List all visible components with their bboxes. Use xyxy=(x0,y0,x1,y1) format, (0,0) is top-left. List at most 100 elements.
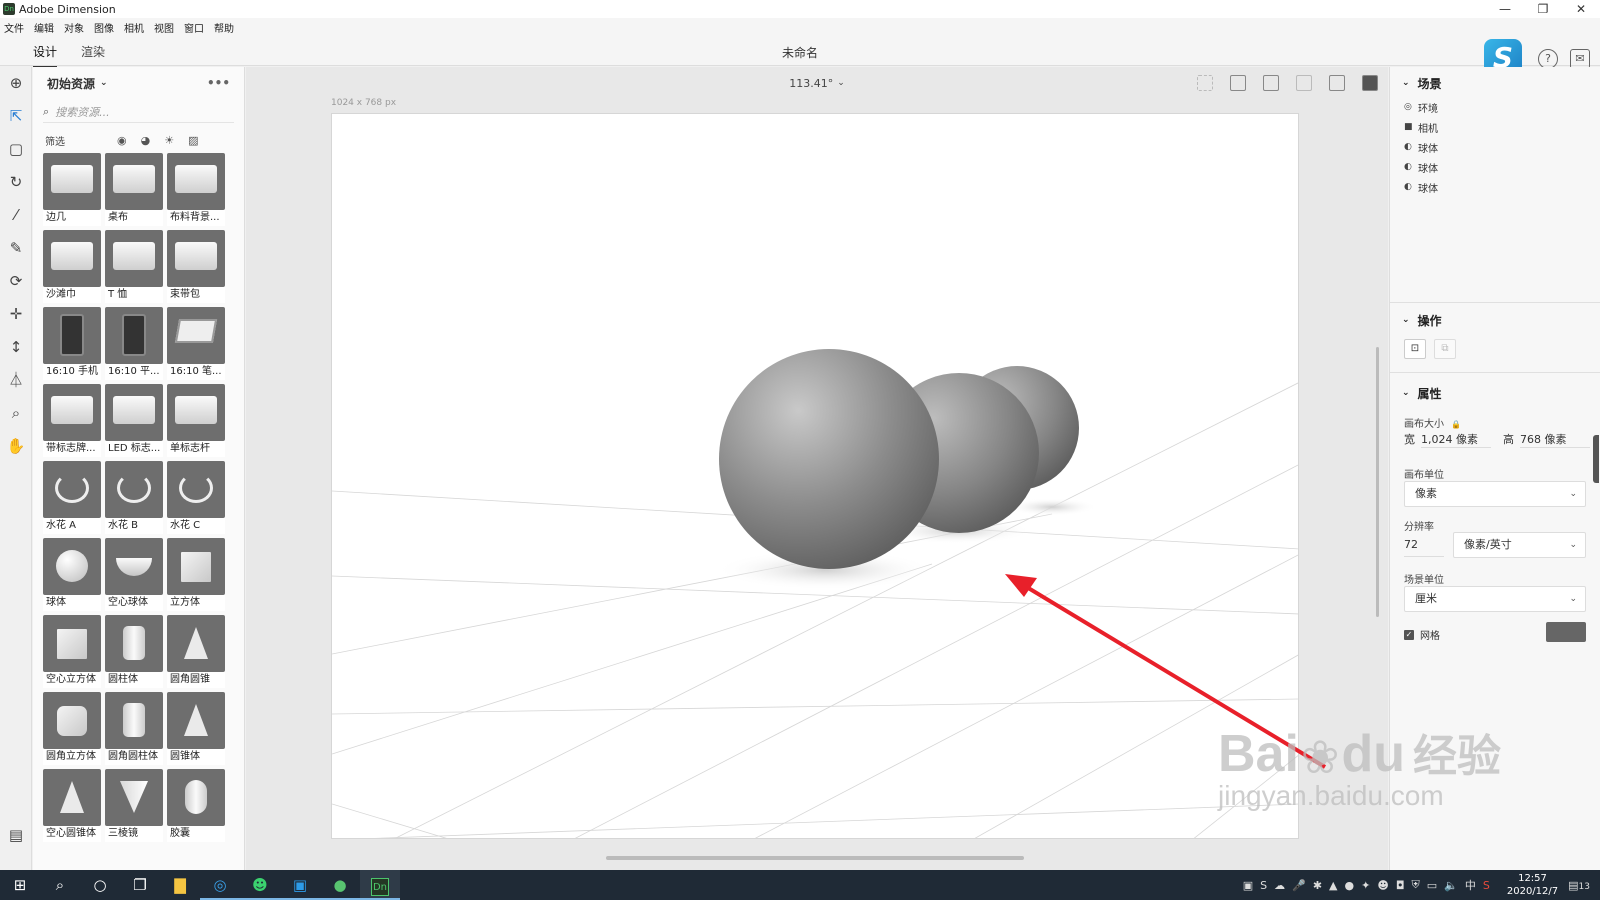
ime-indicator[interactable]: 中 xyxy=(1465,877,1476,893)
width-input[interactable]: 1,024 像素 xyxy=(1421,431,1491,448)
image-filter-icon[interactable]: ▨ xyxy=(188,134,198,147)
tray-app-icon[interactable]: ▲ xyxy=(1329,879,1337,892)
volume-icon[interactable]: 🔈 xyxy=(1444,879,1458,892)
scene-item-sphere[interactable]: ◐ 球体 xyxy=(1390,157,1600,177)
menu-image[interactable]: 图像 xyxy=(94,20,114,35)
grid-color-swatch[interactable] xyxy=(1546,622,1586,642)
menu-object[interactable]: 对象 xyxy=(64,20,84,35)
app-blue-icon[interactable]: ▣ xyxy=(280,870,320,900)
microphone-icon[interactable]: 🎤 xyxy=(1292,879,1306,892)
archive-icon[interactable]: ▤ xyxy=(0,819,32,852)
sphere-front[interactable] xyxy=(719,349,939,569)
horizon-tool-icon[interactable]: ⏃ xyxy=(0,364,32,397)
sample-tool-icon[interactable]: ✎ xyxy=(0,232,32,265)
menu-edit[interactable]: 编辑 xyxy=(34,20,54,35)
grid-checkbox[interactable]: ✓ xyxy=(1404,629,1414,640)
more-options-icon[interactable]: ••• xyxy=(207,76,230,90)
menu-camera[interactable]: 相机 xyxy=(124,20,144,35)
asset-tile[interactable]: 布料背景... xyxy=(167,153,225,226)
grid-toggle[interactable]: ✓ 网格 xyxy=(1404,627,1440,642)
asset-tile[interactable]: LED 标志... xyxy=(105,384,163,457)
hand-tool-icon[interactable]: ✋ xyxy=(0,430,32,463)
tray-wechat-icon[interactable]: ☻ xyxy=(1377,879,1388,892)
scene-item-environment[interactable]: ◎ 环境 xyxy=(1390,97,1600,117)
asset-tile[interactable]: 水花 B xyxy=(105,461,163,534)
task-view-icon[interactable]: ❐ xyxy=(120,870,160,900)
frame-icon[interactable] xyxy=(1197,75,1213,91)
actions-section-header[interactable]: ⌄ 操作 xyxy=(1390,312,1442,328)
search-icon[interactable]: ⌕ xyxy=(40,870,80,900)
asset-tile[interactable]: 单标志杆 xyxy=(167,384,225,457)
windows-start-icon[interactable]: ⊞ xyxy=(0,870,40,900)
close-button[interactable]: ✕ xyxy=(1562,0,1600,18)
lock-icon[interactable]: 🔒 xyxy=(1451,420,1461,429)
wechat-icon[interactable]: ☻ xyxy=(240,870,280,900)
scene-unit-select[interactable]: 厘米 ⌄ xyxy=(1404,586,1586,612)
asset-tile[interactable]: 圆角圆柱体 xyxy=(105,692,163,765)
asset-tile[interactable]: 16:10 平... xyxy=(105,307,163,380)
align-icon[interactable] xyxy=(1230,75,1246,91)
height-input[interactable]: 768 像素 xyxy=(1520,431,1590,448)
crop-icon[interactable]: ⧉ xyxy=(1434,339,1456,359)
shield-icon[interactable]: ⛨ xyxy=(1412,878,1420,892)
asset-search-input[interactable]: ⌕ 搜索资源... xyxy=(43,101,234,123)
tray-app-icon[interactable]: ◘ xyxy=(1396,879,1405,892)
file-explorer-icon[interactable]: ▇ xyxy=(160,870,200,900)
menu-view[interactable]: 视图 xyxy=(154,20,174,35)
asset-tile[interactable]: 圆柱体 xyxy=(105,615,163,688)
asset-tile[interactable]: 空心圆锥体 xyxy=(43,769,101,842)
asset-tile[interactable]: 水花 A xyxy=(43,461,101,534)
orbit-tool-icon[interactable]: ⟳ xyxy=(0,265,32,298)
asset-tile[interactable]: 圆锥体 xyxy=(167,692,225,765)
scene-section-header[interactable]: ⌄ 场景 xyxy=(1390,75,1600,91)
menu-file[interactable]: 文件 xyxy=(4,20,24,35)
assets-header[interactable]: 初始资源 ⌄ ••• xyxy=(33,67,244,99)
viewport-h-scrollbar[interactable] xyxy=(606,856,1024,860)
asset-tile[interactable]: 球体 xyxy=(43,538,101,611)
tray-record-icon[interactable]: ● xyxy=(1345,879,1355,892)
edge-browser-icon[interactable]: ◎ xyxy=(200,870,240,900)
properties-section-header[interactable]: ⌄ 属性 xyxy=(1390,385,1442,401)
group-icon[interactable] xyxy=(1296,75,1312,91)
asset-tile[interactable]: 16:10 手机 xyxy=(43,307,101,380)
cortana-icon[interactable]: ○ xyxy=(80,870,120,900)
restore-button[interactable]: ❐ xyxy=(1524,0,1562,18)
asset-tile[interactable]: 16:10 笔... xyxy=(167,307,225,380)
notification-icon[interactable]: ▤13 xyxy=(1568,879,1590,892)
scene-item-sphere[interactable]: ◐ 球体 xyxy=(1390,137,1600,157)
tray-sogou-icon[interactable]: S xyxy=(1260,879,1267,892)
scene-canvas[interactable] xyxy=(331,113,1299,839)
resolution-input[interactable]: 72 xyxy=(1404,534,1444,557)
asset-tile[interactable]: 空心立方体 xyxy=(43,615,101,688)
app-green-icon[interactable]: ● xyxy=(320,870,360,900)
tab-design[interactable]: 设计 xyxy=(33,43,58,68)
drop-to-ground-icon[interactable] xyxy=(1263,75,1279,91)
resolution-unit-select[interactable]: 像素/英寸 ⌄ xyxy=(1453,532,1586,558)
light-filter-icon[interactable]: ☀ xyxy=(164,134,174,147)
minimize-button[interactable]: — xyxy=(1486,0,1524,18)
render-preview-icon[interactable] xyxy=(1362,75,1378,91)
tab-render[interactable]: 渲染 xyxy=(81,43,105,60)
chevron-down-icon[interactable]: ⌄ xyxy=(837,78,845,88)
asset-tile[interactable]: 束带包 xyxy=(167,230,225,303)
tray-cloud-icon[interactable]: ☁ xyxy=(1274,879,1285,892)
zoom-tool-icon[interactable]: ⌕ xyxy=(0,397,32,430)
asset-tile[interactable]: 空心球体 xyxy=(105,538,163,611)
tray-app-icon[interactable]: ✱ xyxy=(1313,879,1322,892)
tray-app-icon[interactable]: ▣ xyxy=(1243,879,1253,892)
tray-app-icon[interactable]: ✦ xyxy=(1361,879,1370,892)
asset-tile[interactable]: 带标志牌... xyxy=(43,384,101,457)
rotate-tool-icon[interactable]: ↻ xyxy=(0,166,32,199)
camera-zoom[interactable]: 113.41° xyxy=(789,77,833,90)
dimension-taskbar-icon[interactable]: Dn xyxy=(360,870,400,900)
asset-tile[interactable]: T 恤 xyxy=(105,230,163,303)
viewport-v-scrollbar[interactable] xyxy=(1376,347,1379,617)
dolly-tool-icon[interactable]: ↕ xyxy=(0,331,32,364)
material-filter-icon[interactable]: ◕ xyxy=(141,134,151,147)
select-tool-icon[interactable]: ⇱ xyxy=(0,100,32,133)
pan-tool-icon[interactable]: ✛ xyxy=(0,298,32,331)
scene-item-sphere[interactable]: ◐ 球体 xyxy=(1390,177,1600,197)
asset-tile[interactable]: 圆角圆锥 xyxy=(167,615,225,688)
transform-icon[interactable] xyxy=(1329,75,1345,91)
menu-window[interactable]: 窗口 xyxy=(184,20,204,35)
